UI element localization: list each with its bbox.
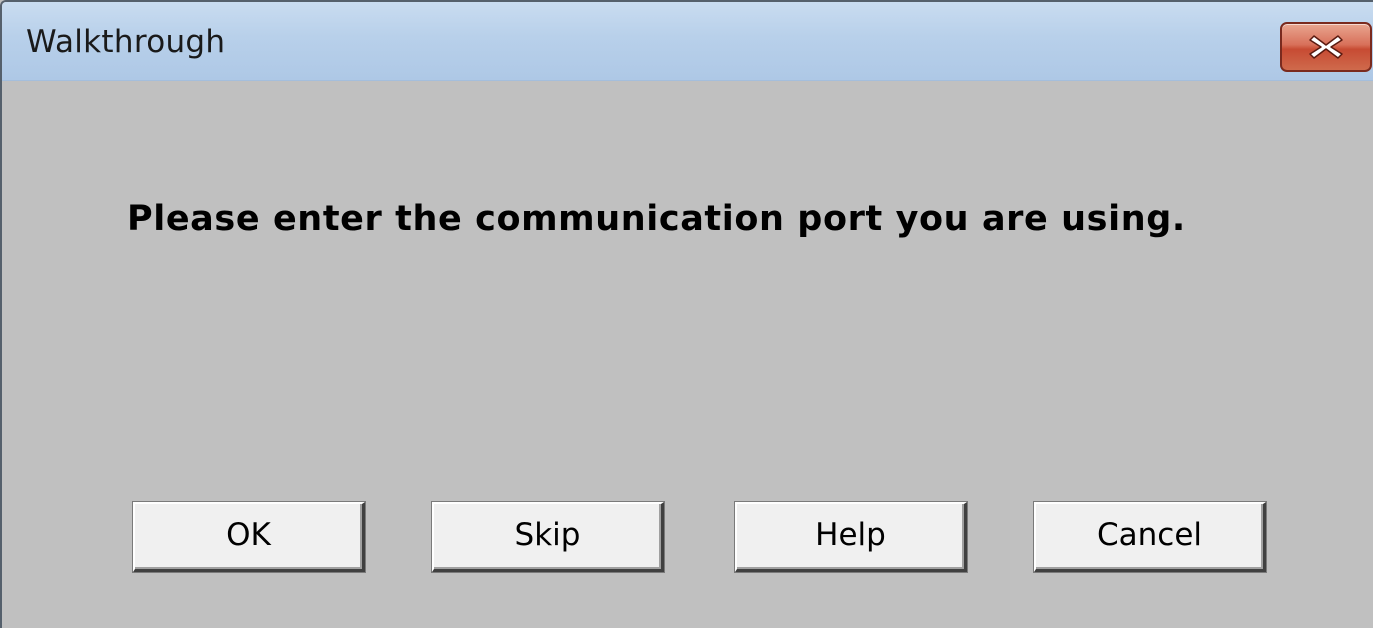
help-button[interactable]: Help: [735, 502, 967, 572]
title-bar[interactable]: Walkthrough: [2, 2, 1373, 81]
ok-button[interactable]: OK: [133, 502, 365, 572]
close-button[interactable]: [1280, 22, 1372, 72]
window-title: Walkthrough: [26, 24, 226, 60]
close-icon: [1309, 35, 1343, 59]
dialog-body: Please enter the communication port you …: [2, 81, 1373, 628]
cancel-button[interactable]: Cancel: [1034, 502, 1266, 572]
prompt-message: Please enter the communication port you …: [127, 199, 1186, 239]
walkthrough-dialog: Walkthrough Please enter the communicati…: [0, 0, 1373, 628]
skip-button[interactable]: Skip: [432, 502, 664, 572]
